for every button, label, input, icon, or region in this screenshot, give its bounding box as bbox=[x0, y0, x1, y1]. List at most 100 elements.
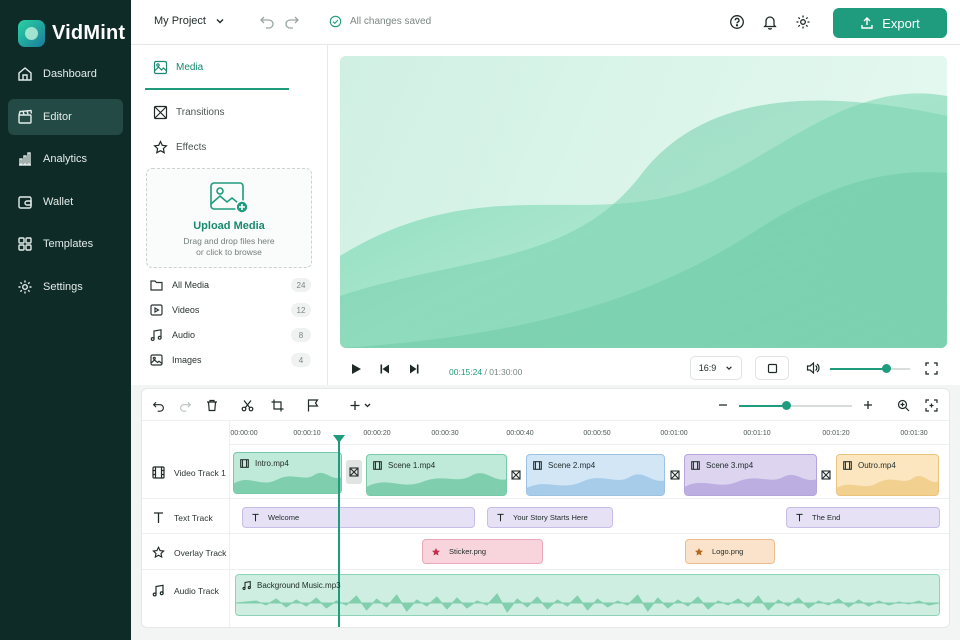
app-name: VidMint bbox=[52, 22, 126, 44]
ruler-tick: 00:00:00 bbox=[230, 430, 258, 437]
zoom-in-icon[interactable] bbox=[861, 398, 875, 412]
skip-forward-icon[interactable] bbox=[408, 363, 420, 375]
clip-label: Scene 3.mp4 bbox=[706, 461, 754, 470]
bar-chart-icon bbox=[16, 151, 33, 168]
tab-effects[interactable]: Effects bbox=[153, 137, 206, 157]
trash-icon[interactable] bbox=[205, 398, 219, 412]
scissors-icon[interactable] bbox=[240, 398, 254, 412]
export-button[interactable]: Export bbox=[833, 8, 947, 38]
star-icon bbox=[153, 139, 168, 155]
aspect-ratio-select[interactable]: 16:9 bbox=[690, 356, 742, 380]
ruler-tick: 00:01:20 bbox=[822, 430, 850, 437]
film-icon bbox=[240, 459, 249, 468]
skip-back-icon[interactable] bbox=[379, 363, 391, 375]
bell-icon[interactable] bbox=[760, 12, 780, 32]
video-clip[interactable]: Scene 2.mp4 bbox=[526, 454, 665, 496]
flag-icon[interactable] bbox=[306, 398, 320, 412]
transition-icon bbox=[153, 105, 168, 120]
sidebar-item-editor[interactable]: Editor bbox=[8, 98, 123, 135]
fullscreen-icon[interactable] bbox=[925, 362, 938, 375]
playhead[interactable] bbox=[338, 437, 340, 627]
sidebar-item-analytics[interactable]: Analytics bbox=[8, 141, 123, 177]
sidebar-item-templates[interactable]: Templates bbox=[8, 226, 123, 262]
zoom-out-icon[interactable] bbox=[716, 398, 730, 412]
upload-dropzone[interactable]: Upload Media Drag and drop files here or… bbox=[146, 168, 312, 268]
track-label: Audio Track bbox=[174, 585, 219, 596]
undo-icon[interactable] bbox=[151, 398, 165, 412]
track-header-overlay[interactable]: Overlay Track bbox=[152, 546, 226, 559]
sidebar-item-wallet[interactable]: Wallet bbox=[8, 184, 123, 220]
category-videos[interactable]: Videos 12 bbox=[150, 301, 311, 319]
category-count: 8 bbox=[291, 328, 311, 342]
video-clip[interactable]: Scene 3.mp4 bbox=[684, 454, 817, 496]
track-label: Text Track bbox=[174, 512, 213, 523]
clip-thumbnail-wave bbox=[367, 473, 506, 495]
crop-icon[interactable] bbox=[270, 398, 284, 412]
fit-timeline-icon[interactable] bbox=[924, 398, 938, 412]
project-selector[interactable]: My Project bbox=[154, 15, 225, 27]
project-name: My Project bbox=[154, 15, 206, 27]
category-all-media[interactable]: All Media 24 bbox=[150, 276, 311, 294]
playhead-handle[interactable] bbox=[333, 435, 345, 443]
app-logo[interactable]: VidMint bbox=[18, 20, 125, 47]
sidebar-item-settings[interactable]: Settings bbox=[8, 269, 123, 305]
aspect-ratio-value: 16:9 bbox=[698, 363, 717, 373]
volume-slider[interactable] bbox=[830, 364, 910, 373]
transition-marker[interactable] bbox=[667, 463, 683, 487]
text-clip[interactable]: The End bbox=[786, 507, 940, 528]
gear-icon[interactable] bbox=[793, 12, 813, 32]
text-clip[interactable]: Your Story Starts Here bbox=[487, 507, 613, 528]
category-images[interactable]: Images 4 bbox=[150, 351, 311, 369]
save-status-text: All changes saved bbox=[350, 16, 432, 27]
track-header-text[interactable]: Text Track bbox=[152, 511, 213, 524]
volume-fill bbox=[830, 368, 886, 370]
transition-marker[interactable] bbox=[346, 460, 362, 484]
add-menu-button[interactable] bbox=[348, 398, 374, 412]
magnifier-icon[interactable] bbox=[896, 398, 910, 412]
sidebar-item-dashboard[interactable]: Dashboard bbox=[8, 56, 123, 92]
tab-transitions[interactable]: Transitions bbox=[153, 102, 225, 122]
film-icon bbox=[152, 466, 166, 479]
undo-icon[interactable] bbox=[259, 13, 275, 34]
volume-knob[interactable] bbox=[882, 364, 891, 373]
transition-icon bbox=[511, 470, 521, 480]
time-separator: / bbox=[484, 367, 487, 377]
tab-media[interactable]: Media bbox=[153, 57, 203, 77]
zoom-knob[interactable] bbox=[782, 401, 792, 410]
video-clip[interactable]: Scene 1.mp4 bbox=[366, 454, 507, 496]
ruler-tick: 00:01:10 bbox=[743, 430, 771, 437]
clip-thumbnail-wave bbox=[685, 474, 816, 495]
redo-icon[interactable] bbox=[284, 13, 300, 34]
zoom-slider[interactable] bbox=[739, 401, 852, 410]
category-audio[interactable]: Audio 8 bbox=[150, 326, 311, 344]
text-clip[interactable]: Welcome bbox=[242, 507, 475, 528]
audio-clip[interactable]: Background Music.mp3 bbox=[235, 574, 940, 616]
volume-icon[interactable] bbox=[806, 361, 820, 375]
video-preview[interactable] bbox=[340, 56, 947, 348]
video-clip[interactable]: Outro.mp4 bbox=[836, 454, 939, 496]
fit-screen-button[interactable] bbox=[755, 356, 789, 380]
help-icon[interactable] bbox=[727, 12, 747, 32]
track-header-audio[interactable]: Audio Track bbox=[152, 584, 219, 597]
category-label: Videos bbox=[172, 305, 200, 315]
overlay-clip[interactable]: Logo.png bbox=[685, 539, 775, 564]
cloud-check-icon bbox=[329, 15, 342, 28]
sidebar-item-label: Settings bbox=[43, 280, 83, 293]
overlay-clip[interactable]: Sticker.png bbox=[422, 539, 543, 564]
text-icon bbox=[152, 511, 166, 524]
transition-marker[interactable] bbox=[818, 463, 834, 487]
transition-icon bbox=[821, 470, 831, 480]
music-note-icon bbox=[242, 581, 251, 590]
play-icon[interactable] bbox=[350, 363, 362, 375]
logo-icon bbox=[18, 20, 45, 47]
track-header-video[interactable]: Video Track 1 bbox=[152, 466, 226, 479]
chevron-down-icon bbox=[725, 364, 733, 372]
category-label: Audio bbox=[172, 330, 196, 340]
track-divider bbox=[142, 533, 949, 534]
video-clip[interactable]: Intro.mp4 bbox=[233, 452, 342, 494]
transition-marker[interactable] bbox=[508, 463, 524, 487]
film-icon bbox=[373, 461, 382, 470]
sidebar-item-label: Analytics bbox=[43, 153, 88, 165]
redo-icon[interactable] bbox=[178, 398, 192, 412]
clip-thumbnail-wave bbox=[837, 476, 938, 495]
